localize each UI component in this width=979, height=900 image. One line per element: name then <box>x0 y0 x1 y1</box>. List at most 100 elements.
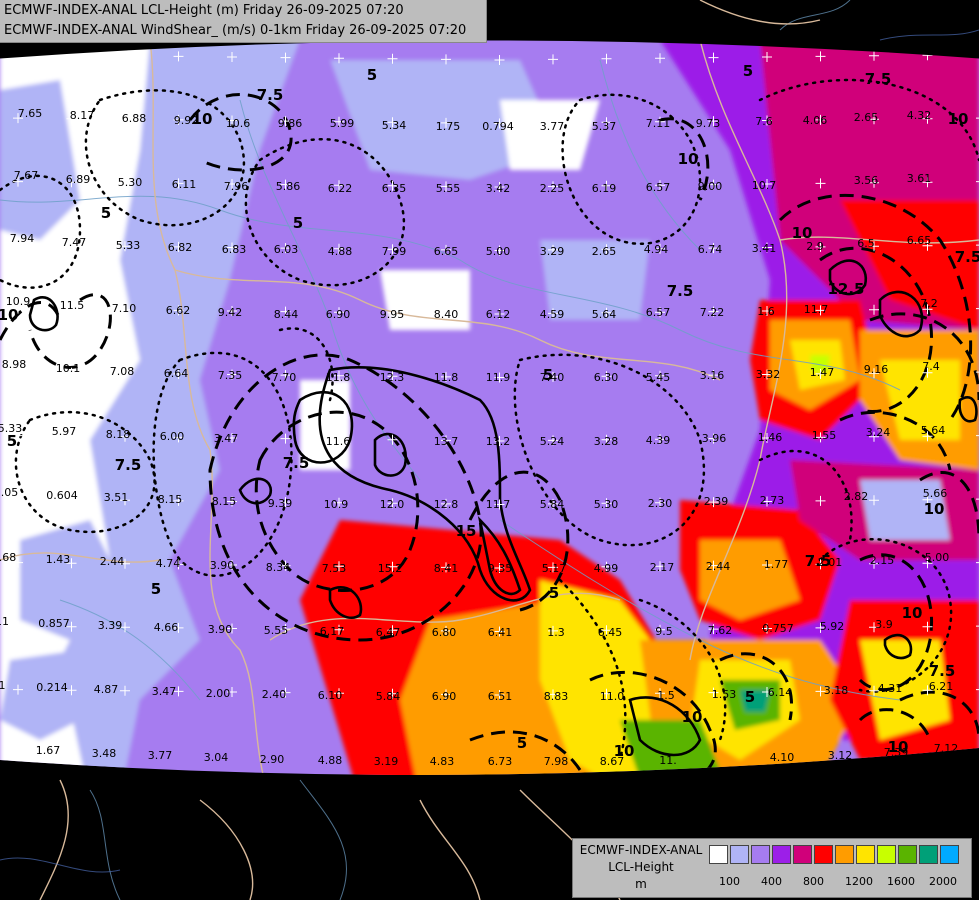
contour-value-label: 5 <box>367 66 377 84</box>
windshear-value-label: 6.88 <box>122 112 147 125</box>
windshear-value-label: 1.46 <box>758 431 783 444</box>
windshear-value-label: 15.2 <box>378 562 403 575</box>
windshear-value-label: 5.86 <box>276 180 301 193</box>
windshear-value-label: 4.88 <box>318 754 343 767</box>
windshear-value-label: 1.67 <box>36 744 61 757</box>
contour-value-label: 10 <box>0 306 18 324</box>
contour-value-label: 7.5 <box>805 552 832 570</box>
windshear-value-label: 2.90 <box>260 753 285 766</box>
windshear-value-label: 5.84 <box>540 498 565 511</box>
windshear-value-label: 1.3 <box>547 626 565 639</box>
windshear-value-label: 0.757 <box>762 622 794 635</box>
windshear-value-label: 6.64 <box>164 367 189 380</box>
windshear-value-label: 3.24 <box>866 426 891 439</box>
windshear-value-label: 1.05 <box>0 486 18 499</box>
contour-value-label: 10 <box>792 224 813 242</box>
map-canvas: 7.65 8.17 6.88 9.92 10.6 9.86 5.99 5.34 1.75 0.79… <box>0 0 979 900</box>
windshear-value-label: 6.57 <box>646 181 671 194</box>
windshear-value-label: 5.55 <box>264 624 289 637</box>
windshear-value-label: 4.32 <box>907 109 932 122</box>
windshear-value-label: 3.9 <box>875 618 893 631</box>
windshear-value-label: 2.39 <box>704 495 729 508</box>
windshear-value-label: 7.47 <box>62 236 87 249</box>
windshear-value-label: 1.47 <box>810 366 835 379</box>
windshear-value-label: 5.99 <box>330 117 355 130</box>
windshear-value-label: 3.19 <box>374 755 399 768</box>
contour-value-label: 5 <box>7 432 17 450</box>
contour-value-label: 5 <box>543 366 553 384</box>
windshear-value-label: 8.41 <box>434 562 459 575</box>
windshear-value-label: 3.90 <box>210 559 235 572</box>
windshear-value-label: 1.5 <box>657 689 675 702</box>
windshear-value-label: 3.47 <box>152 685 177 698</box>
legend-swatch <box>814 845 833 864</box>
windshear-value-label: 6.10 <box>318 689 343 702</box>
windshear-value-label: 3.61 <box>907 172 932 185</box>
windshear-value-label: 6.5 <box>857 237 875 250</box>
windshear-value-label: 6.47 <box>376 626 401 639</box>
contour-value-label: 10 <box>192 110 213 128</box>
legend-tick-label: 2000 <box>929 875 957 888</box>
windshear-value-label: 4.83 <box>430 755 455 768</box>
legend-swatch <box>751 845 770 864</box>
windshear-value-label: 3.77 <box>148 749 173 762</box>
windshear-value-label: 1.53 <box>712 688 737 701</box>
contour-value-label: 5 <box>151 580 161 598</box>
legend-tick-label: 100 <box>719 875 740 888</box>
contour-value-label: 7.5 <box>955 248 979 266</box>
windshear-value-label: 4.74 <box>156 557 181 570</box>
windshear-value-label: 8.40 <box>434 308 459 321</box>
windshear-value-label: 11.9 <box>486 371 511 384</box>
windshear-value-label: 9.73 <box>696 117 721 130</box>
windshear-value-label: 12.8 <box>434 498 459 511</box>
windshear-value-label: 2.65 <box>592 245 617 258</box>
windshear-value-label: 1.55 <box>812 429 837 442</box>
windshear-value-label: 4.10 <box>770 751 795 764</box>
windshear-value-label: 2.15 <box>870 554 895 567</box>
windshear-value-label: 6.82 <box>168 241 193 254</box>
windshear-value-label: 6.74 <box>698 243 723 256</box>
windshear-value-label: 12.3 <box>380 371 405 384</box>
windshear-value-label: 5.64 <box>592 308 617 321</box>
windshear-value-label: 3.90 <box>208 623 233 636</box>
windshear-value-label: 5.34 <box>382 119 407 132</box>
windshear-value-label: 6.19 <box>592 182 617 195</box>
windshear-value-label: 10.9 <box>324 498 349 511</box>
windshear-value-label: 11.8 <box>326 371 351 384</box>
windshear-value-label: 6.51 <box>488 690 513 703</box>
windshear-value-label: 6.17 <box>320 625 345 638</box>
windshear-value-label: 6.22 <box>328 182 353 195</box>
windshear-value-label: 7.2 <box>920 297 938 310</box>
windshear-value-label: 11.5 <box>60 299 85 312</box>
windshear-value-label: 6.11 <box>172 178 197 191</box>
contour-value-label: 7.5 <box>929 662 956 680</box>
windshear-value-label: 2.44 <box>100 555 125 568</box>
windshear-value-label: 7.53 <box>322 562 347 575</box>
windshear-value-label: 6.35 <box>382 182 407 195</box>
windshear-value-label: 6.89 <box>66 173 91 186</box>
windshear-value-label: 13.7 <box>434 435 459 448</box>
windshear-value-label: 5.66 <box>923 487 948 500</box>
windshear-value-label: 4.66 <box>154 621 179 634</box>
windshear-value-label: 2.40 <box>262 688 287 701</box>
windshear-value-label: 6.30 <box>594 371 619 384</box>
windshear-value-label: 7.62 <box>708 624 733 637</box>
contour-value-label: 7.5 <box>667 282 694 300</box>
windshear-value-label: 4.99 <box>594 562 619 575</box>
windshear-value-label: 10.7 <box>752 179 777 192</box>
windshear-value-label: 8.98 <box>2 358 27 371</box>
map-title-box: ECMWF-INDEX-ANAL LCL-Height (m) Friday 2… <box>0 0 487 43</box>
contour-value-label: 10 <box>888 738 909 756</box>
windshear-value-label: 7.11 <box>646 117 671 130</box>
title-line-1: ECMWF-INDEX-ANAL LCL-Height (m) Friday 2… <box>4 3 404 18</box>
windshear-value-label: 5.00 <box>925 551 950 564</box>
windshear-value-label: 2.25 <box>540 182 565 195</box>
legend-swatch <box>877 845 896 864</box>
windshear-value-label: 2.17 <box>650 561 675 574</box>
windshear-value-label: 9.35 <box>488 562 513 575</box>
windshear-value-label: 5.24 <box>540 435 565 448</box>
contour-value-label: 10 <box>902 604 923 622</box>
windshear-value-label: 7.65 <box>18 107 43 120</box>
windshear-value-label: 7.4 <box>922 360 940 373</box>
contour-value-label: 5 <box>293 214 303 232</box>
